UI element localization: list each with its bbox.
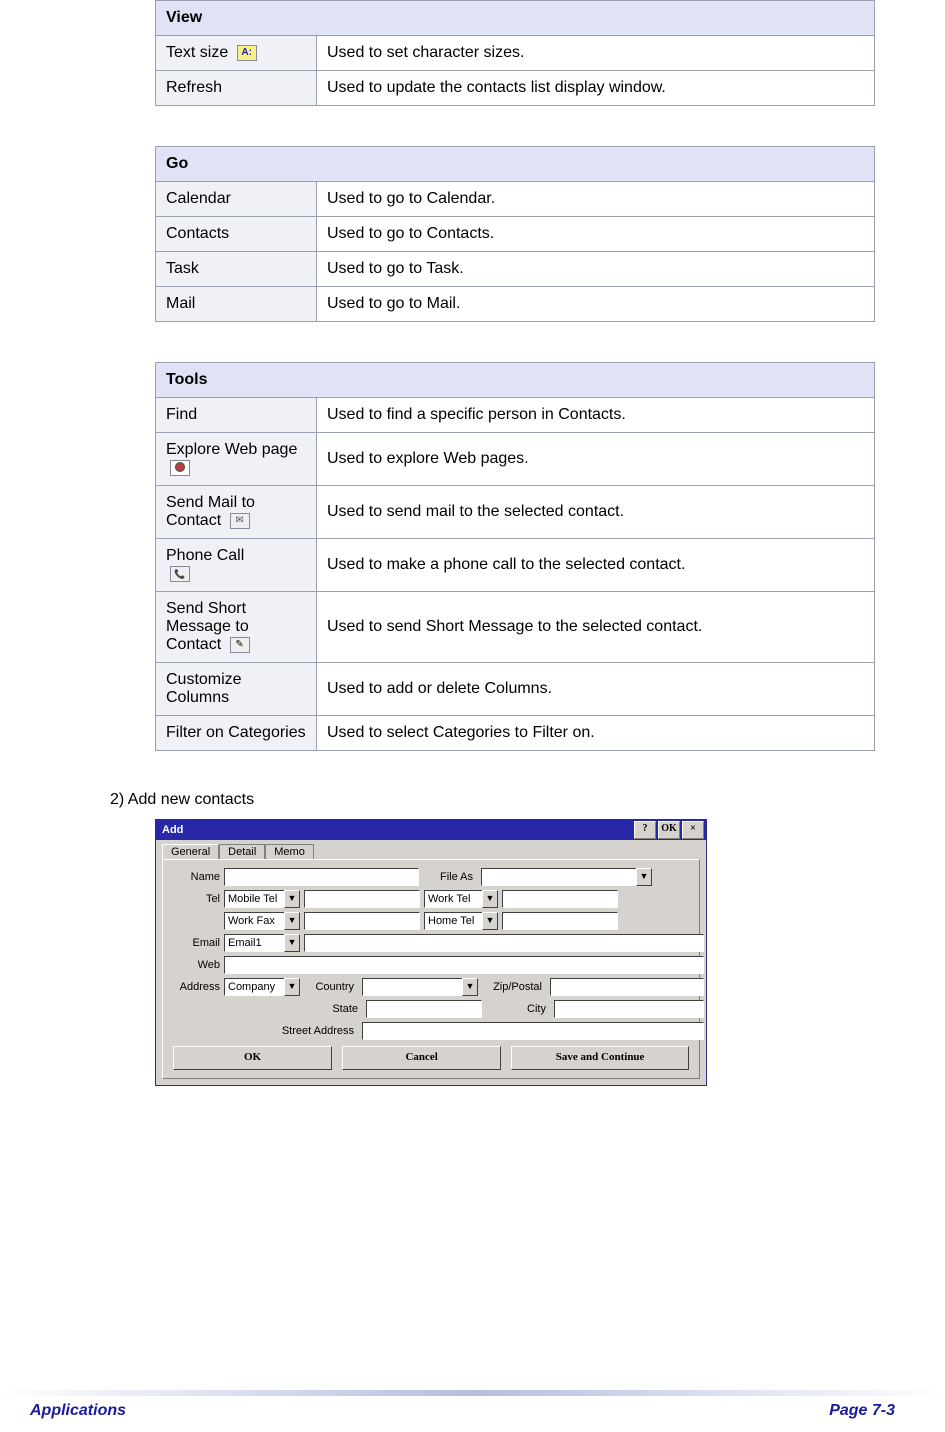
table-row: Refresh Used to update the contacts list… xyxy=(156,71,875,106)
go-table: Go CalendarUsed to go to Calendar. Conta… xyxy=(155,146,875,322)
city-label: City xyxy=(486,1003,550,1015)
step-heading: 2) Add new contacts xyxy=(110,791,875,809)
hometel-input[interactable] xyxy=(502,912,618,930)
web-label: Web xyxy=(169,959,224,971)
table-row: ContactsUsed to go to Contacts. xyxy=(156,217,875,252)
view-title: View xyxy=(156,1,875,36)
textsize-icon: A: xyxy=(237,45,257,61)
table-row: Send Mail to Contact Used to send mail t… xyxy=(156,486,875,539)
webpage-icon xyxy=(170,460,190,476)
country-combo[interactable]: ▼ xyxy=(362,978,478,996)
fileas-combo[interactable]: ▼ xyxy=(481,868,652,886)
tel-label: Tel xyxy=(169,893,224,905)
table-row: MailUsed to go to Mail. xyxy=(156,287,875,322)
workfax-input[interactable] xyxy=(304,912,420,930)
worktel-input[interactable] xyxy=(502,890,618,908)
textsize-desc: Used to set character sizes. xyxy=(317,36,875,71)
mobiletel-combo[interactable]: Mobile Tel▼ xyxy=(224,890,300,908)
country-label: Country xyxy=(304,981,358,993)
street-label: Street Address xyxy=(224,1025,358,1037)
refresh-label: Refresh xyxy=(156,71,317,106)
close-button[interactable]: × xyxy=(682,821,704,839)
chevron-down-icon[interactable]: ▼ xyxy=(482,912,498,930)
footer-left: Applications xyxy=(30,1402,126,1420)
footer-right: Page 7-3 xyxy=(829,1402,895,1420)
street-input[interactable] xyxy=(362,1022,704,1040)
add-contact-dialog: Add ? OK × General Detail Memo Name xyxy=(155,819,707,1086)
page-footer: Applications Page 7-3 xyxy=(0,1394,945,1432)
city-input[interactable] xyxy=(554,1000,704,1018)
table-row: Phone Call Used to make a phone call to … xyxy=(156,539,875,592)
cancel-button[interactable]: Cancel xyxy=(342,1046,501,1070)
workfax-combo[interactable]: Work Fax▼ xyxy=(224,912,300,930)
zip-label: Zip/Postal xyxy=(482,981,546,993)
address-label: Address xyxy=(169,981,224,993)
tab-general[interactable]: General xyxy=(162,844,219,859)
table-row: Text size A: Used to set character sizes… xyxy=(156,36,875,71)
phonecall-icon xyxy=(170,566,190,582)
tab-memo[interactable]: Memo xyxy=(265,844,314,859)
email-input[interactable] xyxy=(304,934,704,952)
view-table: View Text size A: Used to set character … xyxy=(155,0,875,106)
email-label: Email xyxy=(169,937,224,949)
ok-button[interactable]: OK xyxy=(173,1046,332,1070)
table-row: Customize ColumnsUsed to add or delete C… xyxy=(156,663,875,716)
state-input[interactable] xyxy=(366,1000,482,1018)
email-combo[interactable]: Email1▼ xyxy=(224,934,300,952)
dialog-titlebar: Add ? OK × xyxy=(156,820,706,840)
name-label: Name xyxy=(169,871,224,883)
sendmail-icon xyxy=(230,513,250,529)
table-row: CalendarUsed to go to Calendar. xyxy=(156,182,875,217)
fileas-label: File As xyxy=(423,871,477,883)
web-input[interactable] xyxy=(224,956,704,974)
chevron-down-icon[interactable]: ▼ xyxy=(284,934,300,952)
table-row: Filter on CategoriesUsed to select Categ… xyxy=(156,716,875,751)
dialog-title: Add xyxy=(162,824,183,836)
table-row: TaskUsed to go to Task. xyxy=(156,252,875,287)
zip-input[interactable] xyxy=(550,978,704,996)
state-label: State xyxy=(308,1003,362,1015)
tab-detail[interactable]: Detail xyxy=(219,844,265,859)
worktel-combo[interactable]: Work Tel▼ xyxy=(424,890,498,908)
mobiletel-input[interactable] xyxy=(304,890,420,908)
chevron-down-icon[interactable]: ▼ xyxy=(462,978,478,996)
ok-title-button[interactable]: OK xyxy=(658,821,680,839)
chevron-down-icon[interactable]: ▼ xyxy=(284,912,300,930)
table-row: FindUsed to find a specific person in Co… xyxy=(156,398,875,433)
tools-table: Tools FindUsed to find a specific person… xyxy=(155,362,875,751)
table-row: Send Short Message to Contact Used to se… xyxy=(156,592,875,663)
chevron-down-icon[interactable]: ▼ xyxy=(284,978,300,996)
tools-title: Tools xyxy=(156,363,875,398)
save-continue-button[interactable]: Save and Continue xyxy=(511,1046,689,1070)
go-title: Go xyxy=(156,147,875,182)
chevron-down-icon[interactable]: ▼ xyxy=(284,890,300,908)
chevron-down-icon[interactable]: ▼ xyxy=(636,868,652,886)
hometel-combo[interactable]: Home Tel▼ xyxy=(424,912,498,930)
chevron-down-icon[interactable]: ▼ xyxy=(482,890,498,908)
table-row: Explore Web page Used to explore Web pag… xyxy=(156,433,875,486)
addresstype-combo[interactable]: Company▼ xyxy=(224,978,300,996)
name-input[interactable] xyxy=(224,868,419,886)
textsize-label: Text size xyxy=(166,44,228,61)
refresh-desc: Used to update the contacts list display… xyxy=(317,71,875,106)
help-button[interactable]: ? xyxy=(634,821,656,839)
sms-icon xyxy=(230,637,250,653)
